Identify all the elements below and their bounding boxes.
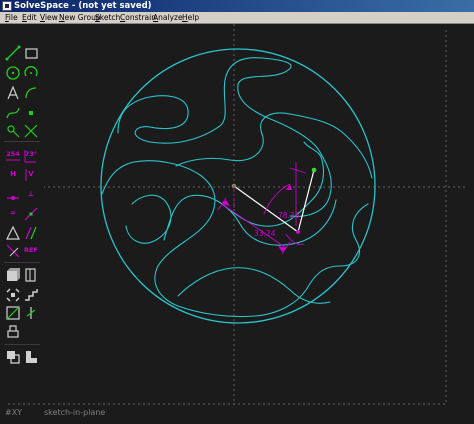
toolbar: 254 73° H V ⊥ = REF bbox=[0, 24, 44, 374]
sketch-curve-7[interactable] bbox=[125, 194, 172, 244]
arc-icon bbox=[24, 66, 38, 77]
line-segment-tool[interactable] bbox=[4, 44, 22, 62]
same-orientation-icon bbox=[6, 244, 20, 258]
reference-label: REF bbox=[24, 246, 38, 254]
translate-tool[interactable] bbox=[22, 304, 40, 322]
parallel-icon bbox=[6, 225, 20, 240]
view-plane-indicator: #XY bbox=[5, 408, 23, 417]
toolbar-separator bbox=[4, 141, 40, 142]
import-icon bbox=[7, 351, 20, 364]
workplane-group-icon bbox=[6, 306, 20, 320]
angle-constraint-tool[interactable]: 73° bbox=[22, 146, 40, 164]
rotate-tool[interactable] bbox=[4, 322, 22, 340]
sketch-canvas[interactable]: 33.24 78.35 bbox=[0, 24, 474, 424]
sweep-icon bbox=[6, 288, 20, 302]
distance-constraint-tool[interactable]: 254 bbox=[4, 146, 22, 164]
split-curves-icon bbox=[24, 124, 38, 138]
rectangle-tool[interactable] bbox=[22, 44, 40, 62]
angle-tick bbox=[289, 167, 307, 174]
text-icon bbox=[7, 85, 19, 100]
cubic-spline-tool[interactable] bbox=[4, 104, 22, 122]
constraint-graphics bbox=[217, 162, 307, 255]
angle-icon bbox=[24, 150, 36, 163]
extrude-tool[interactable] bbox=[4, 266, 22, 284]
angle-dimension-label[interactable]: 78.35 bbox=[278, 211, 300, 220]
assemble-icon bbox=[26, 351, 37, 363]
symmetric-constraint-tool[interactable]: ⊥ bbox=[22, 186, 40, 204]
menu-view[interactable]: View bbox=[40, 12, 58, 23]
horizontal-constraint-tool[interactable]: H bbox=[4, 166, 22, 184]
distance-icon bbox=[6, 159, 20, 161]
cubic-spline-icon bbox=[6, 107, 20, 119]
midpoint-constraint-tool[interactable] bbox=[22, 205, 40, 223]
menu-edit[interactable]: Edit bbox=[22, 12, 37, 23]
selected-lines[interactable] bbox=[233, 169, 315, 233]
assemble-tool[interactable] bbox=[22, 348, 40, 366]
on-entity-icon bbox=[7, 196, 19, 200]
menu-constrain[interactable]: Constrain bbox=[120, 12, 156, 23]
workplane-group-tool[interactable] bbox=[4, 304, 22, 322]
menu-sketch[interactable]: Sketch bbox=[95, 12, 120, 23]
status-bar: #XY sketch-in-plane bbox=[0, 408, 474, 422]
menu-help[interactable]: Help bbox=[182, 12, 199, 23]
text-tool[interactable] bbox=[4, 84, 22, 102]
line-endpoint-selected[interactable] bbox=[311, 167, 317, 173]
circle-icon bbox=[6, 66, 20, 80]
equal-label: = bbox=[10, 209, 16, 217]
workplane-icon bbox=[7, 125, 20, 138]
helix-tool[interactable] bbox=[22, 286, 40, 304]
menu-file[interactable]: File bbox=[5, 12, 18, 23]
toolbar-separator bbox=[4, 262, 40, 263]
datum-point-tool[interactable] bbox=[22, 104, 40, 122]
extrude-icon bbox=[7, 268, 20, 281]
arc-tool[interactable] bbox=[22, 64, 40, 82]
lathe-icon bbox=[25, 268, 36, 282]
translate-icon bbox=[26, 307, 36, 319]
vertical-icon bbox=[25, 169, 27, 181]
title-bar: SolveSpace - (not yet saved) bbox=[0, 0, 474, 12]
same-orientation-constraint-tool[interactable] bbox=[4, 242, 22, 260]
app-icon[interactable] bbox=[2, 1, 12, 11]
tangent-arc-tool[interactable] bbox=[22, 84, 40, 102]
angle-arc bbox=[263, 183, 291, 215]
rotate-icon bbox=[7, 325, 19, 338]
workplane-border bbox=[8, 30, 447, 405]
vertical-constraint-tool[interactable]: V bbox=[22, 166, 40, 184]
on-entity-constraint-tool[interactable] bbox=[4, 186, 22, 204]
reference-toggle-tool[interactable]: REF bbox=[22, 242, 40, 260]
tangent-icon bbox=[25, 226, 37, 240]
horizontal-label: H bbox=[10, 170, 16, 178]
angle-arc-small bbox=[285, 233, 305, 245]
workplane-tool[interactable] bbox=[4, 122, 22, 140]
sketch-mode-indicator: sketch-in-plane bbox=[44, 408, 106, 417]
menu-bar: File Edit View New Group Sketch Constrai… bbox=[0, 12, 474, 24]
equal-constraint-tool[interactable]: = bbox=[4, 205, 22, 223]
window-title: SolveSpace - (not yet saved) bbox=[14, 1, 152, 11]
symmetric-label: ⊥ bbox=[27, 190, 35, 198]
datum-point-icon bbox=[29, 111, 33, 115]
import-tool[interactable] bbox=[4, 348, 22, 366]
line-endpoint[interactable] bbox=[296, 230, 300, 234]
length-dimension-label[interactable]: 33.24 bbox=[254, 229, 276, 238]
dimension-line-length bbox=[221, 203, 287, 249]
line-segment-icon bbox=[5, 45, 21, 61]
sketch-svg: 33.24 78.35 bbox=[8, 24, 466, 405]
tangent-arc-icon bbox=[25, 87, 37, 99]
sketch-curve-3[interactable] bbox=[175, 112, 373, 179]
sketch-curves[interactable] bbox=[101, 57, 373, 318]
sweep-tool[interactable] bbox=[4, 286, 22, 304]
parallel-constraint-tool[interactable] bbox=[4, 224, 22, 242]
circle-tool[interactable] bbox=[4, 64, 22, 82]
sketch-curve-5[interactable] bbox=[177, 267, 331, 304]
menu-analyze[interactable]: Analyze bbox=[153, 12, 183, 23]
rectangle-icon bbox=[25, 48, 38, 59]
lathe-tool[interactable] bbox=[22, 266, 40, 284]
split-curves-tool[interactable] bbox=[22, 122, 40, 140]
helix-icon bbox=[25, 289, 38, 301]
toolbar-separator bbox=[4, 344, 40, 345]
midpoint-icon bbox=[24, 207, 38, 221]
tangent-constraint-tool[interactable] bbox=[22, 224, 40, 242]
